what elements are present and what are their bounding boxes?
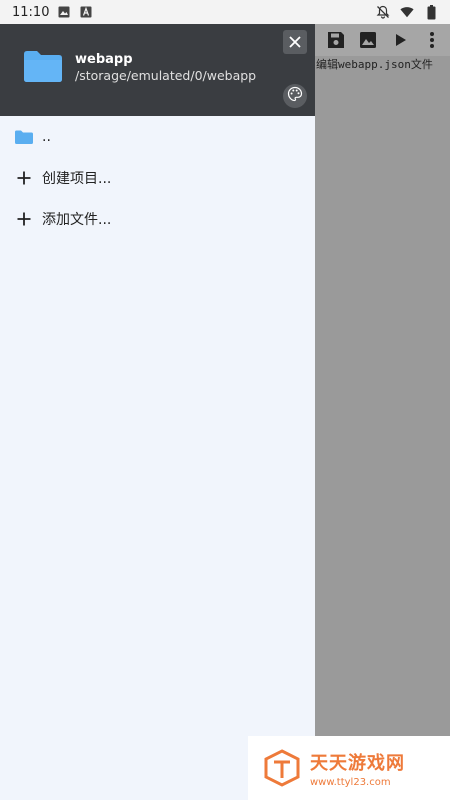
status-time: 11:10 xyxy=(12,4,50,20)
plus-icon xyxy=(14,209,34,229)
play-icon[interactable] xyxy=(390,30,410,50)
project-title: webapp xyxy=(75,52,133,67)
drawer-header: webapp /storage/emulated/0/webapp xyxy=(0,24,315,116)
wifi-icon xyxy=(400,5,414,19)
close-button[interactable] xyxy=(283,30,307,54)
image-icon[interactable] xyxy=(358,30,378,50)
theme-palette-button[interactable] xyxy=(283,84,307,108)
list-item-label: 创建项目... xyxy=(42,170,112,187)
watermark: 天天游戏网 www.ttyl23.com xyxy=(248,736,450,800)
watermark-brand: 天天游戏网 xyxy=(310,752,405,774)
close-icon xyxy=(289,33,301,52)
status-left: 11:10 xyxy=(12,5,93,20)
screen: 11:10 编辑webapp.json文件 webapp /storage/em… xyxy=(0,0,450,800)
plus-icon xyxy=(14,168,34,188)
project-path: /storage/emulated/0/webapp xyxy=(75,68,257,83)
save-icon[interactable] xyxy=(326,30,346,50)
editor-toolbar-icons xyxy=(326,30,442,50)
drawer-list: .. 创建项目... 添加文件... xyxy=(0,116,315,239)
list-item-create-project[interactable]: 创建项目... xyxy=(0,157,315,198)
watermark-url: www.ttyl23.com xyxy=(310,776,391,788)
status-bar: 11:10 xyxy=(0,0,450,24)
battery-icon xyxy=(424,4,438,19)
a-icon xyxy=(79,5,93,19)
palette-icon xyxy=(287,86,303,106)
navigation-drawer: webapp /storage/emulated/0/webapp .. 创建项… xyxy=(0,24,315,800)
folder-icon xyxy=(22,48,64,84)
bell-off-icon xyxy=(376,5,390,19)
list-item-parent-folder[interactable]: .. xyxy=(0,116,315,157)
more-vert-icon[interactable] xyxy=(422,30,442,50)
watermark-logo-icon xyxy=(262,748,302,788)
image-icon xyxy=(57,5,71,19)
folder-icon xyxy=(14,127,34,147)
status-right xyxy=(376,4,438,19)
editor-filename-hint: 编辑webapp.json文件 xyxy=(316,58,433,71)
list-item-label: .. xyxy=(42,128,51,145)
list-item-add-file[interactable]: 添加文件... xyxy=(0,198,315,239)
watermark-text: 天天游戏网 www.ttyl23.com xyxy=(310,749,405,788)
list-item-label: 添加文件... xyxy=(42,211,112,228)
